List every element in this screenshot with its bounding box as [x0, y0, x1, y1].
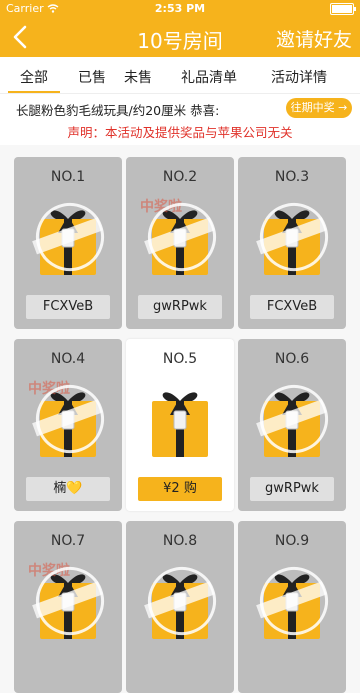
card-number: NO.8 — [162, 533, 198, 549]
card-number: NO.9 — [274, 533, 310, 549]
tab-gift-list[interactable]: 礼品清单 — [160, 57, 258, 93]
buyer-name: FCXVeB — [250, 295, 334, 319]
card-number: NO.6 — [274, 351, 310, 367]
gift-box-icon — [152, 392, 208, 457]
buyer-name: gwRPwk — [250, 477, 334, 501]
tab-activity-details[interactable]: 活动详情 — [258, 57, 340, 93]
tab-sold[interactable]: 已售 — [68, 57, 116, 93]
invite-friends-button[interactable]: 邀请好友 — [276, 25, 352, 52]
status-bar: Carrier 2:53 PM — [0, 0, 360, 17]
winner-ticker: 长腿粉色豹毛绒玩具/约20厘米 恭喜: 往期中奖 → — [0, 93, 360, 122]
prize-card[interactable]: NO.3 FCXVeB — [238, 157, 346, 329]
card-number: NO.1 — [50, 169, 86, 185]
navigation-bar: 10号房间 邀请好友 — [0, 17, 360, 57]
buyer-name: 楠💛 — [26, 477, 110, 501]
prize-card[interactable]: NO.2 中奖啦 gwRPwk — [126, 157, 234, 329]
disclaimer-text: 声明：本活动及提供奖品与苹果公司无关 — [0, 121, 360, 145]
prize-card[interactable]: NO.9 — [238, 521, 346, 693]
past-winners-button[interactable]: 往期中奖 → — [286, 98, 352, 118]
tab-unsold[interactable]: 未售 — [116, 57, 160, 93]
prize-card[interactable]: NO.4 中奖啦 楠💛 — [14, 339, 122, 511]
ticker-text: 长腿粉色豹毛绒玩具/约20厘米 恭喜: — [16, 103, 220, 118]
card-number: NO.2 — [162, 169, 198, 185]
card-number: NO.7 — [50, 533, 86, 549]
buyer-name: FCXVeB — [26, 295, 110, 319]
buyer-name: gwRPwk — [138, 295, 222, 319]
buy-button[interactable]: ¥2 购 — [138, 477, 222, 501]
prize-card[interactable]: NO.7 中奖啦 — [14, 521, 122, 693]
clock: 2:53 PM — [154, 2, 206, 15]
card-number: NO.3 — [274, 169, 310, 185]
prize-card[interactable]: NO.1 FCXVeB — [14, 157, 122, 329]
card-number: NO.5 — [162, 351, 198, 367]
card-number: NO.4 — [50, 351, 86, 367]
prize-card[interactable]: NO.6 gwRPwk — [238, 339, 346, 511]
prize-card[interactable]: NO.8 — [126, 521, 234, 693]
prize-card[interactable]: NO.5 ¥2 购 — [126, 339, 234, 511]
battery-icon — [330, 3, 356, 15]
tab-all[interactable]: 全部 — [0, 57, 68, 93]
tab-bar: 全部 已售 未售 礼品清单 活动详情 — [0, 57, 360, 93]
